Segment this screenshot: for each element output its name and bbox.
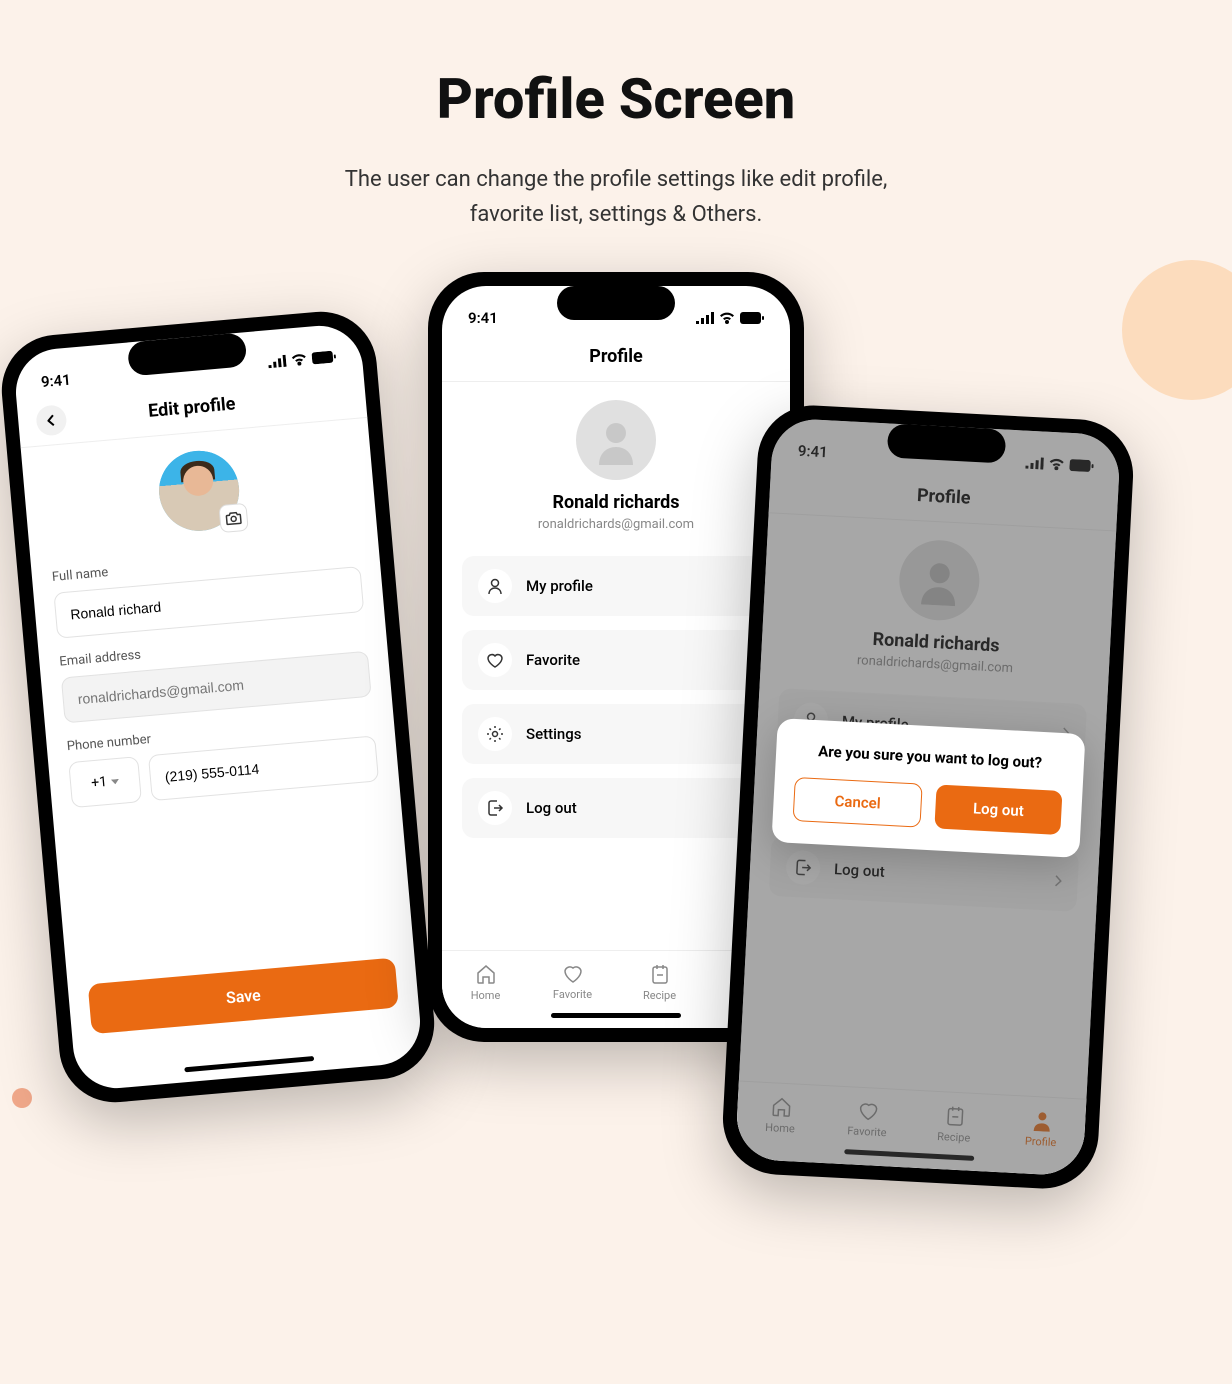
chevron-left-icon [47,414,56,427]
home-indicator [551,1013,681,1018]
back-button[interactable] [35,405,68,438]
logout-button[interactable]: Log out [934,785,1062,836]
signal-icon [696,312,714,324]
avatar[interactable] [156,448,243,535]
phone-input[interactable] [148,736,379,802]
logout-dialog: Are you sure you want to log out? Cancel… [771,718,1085,858]
heart-icon [486,652,504,668]
person-icon [486,577,504,595]
camera-icon [225,511,242,526]
person-icon [591,415,641,465]
avatar-placeholder[interactable] [576,400,656,480]
home-icon [475,963,497,985]
menu-settings[interactable]: Settings [462,704,770,764]
heart-icon [562,964,584,984]
wifi-icon [291,353,308,366]
screen-title: Edit profile [147,394,236,423]
menu-favorite[interactable]: Favorite [462,630,770,690]
nav-home[interactable]: Home [442,951,529,1014]
menu-label: My profile [526,577,593,595]
recipe-icon [650,963,670,985]
nav-favorite[interactable]: Favorite [529,951,616,1014]
menu-label: Settings [526,725,582,743]
page-subtitle: The user can change the profile settings… [266,162,966,232]
chevron-down-icon [111,779,119,785]
status-time: 9:41 [468,309,498,327]
cancel-button[interactable]: Cancel [793,777,923,828]
country-code-select[interactable]: +1 [68,757,142,809]
menu-label: Log out [526,799,577,817]
user-name: Ronald richards [462,492,770,513]
menu-label: Favorite [526,651,580,669]
battery-icon [740,312,764,324]
logout-icon [486,799,504,817]
gear-icon [486,725,504,743]
phone-edit-profile: 9:41 Edit profile [0,307,439,1107]
signal-icon [268,355,287,369]
status-time: 9:41 [40,371,71,392]
battery-icon [311,351,336,365]
menu-logout[interactable]: Log out [462,778,770,838]
wifi-icon [719,312,735,324]
screen-title: Profile [589,346,643,367]
menu-my-profile[interactable]: My profile [462,556,770,616]
phone-logout-dialog: 9:41 Profile Ronald richards ronaldricha… [720,403,1136,1192]
nav-recipe[interactable]: Recipe [616,951,703,1014]
notch [887,424,1007,464]
user-email: ronaldrichards@gmail.com [462,517,770,532]
page-title: Profile Screen [0,66,1232,132]
camera-button[interactable] [218,503,248,533]
dialog-title: Are you sure you want to log out? [796,741,1065,773]
screen-header: Profile [442,334,790,382]
notch [557,286,675,320]
